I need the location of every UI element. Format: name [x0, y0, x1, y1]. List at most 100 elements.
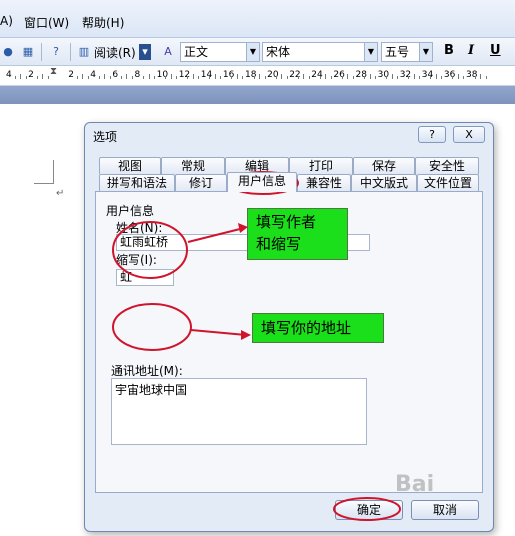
watermark-logo: Bai [395, 472, 435, 497]
ruler-label: 20 [267, 70, 279, 80]
ruler-tick [148, 74, 150, 79]
ruler-tick [441, 76, 443, 79]
ruler-tick [474, 76, 476, 79]
tab-asian-typography[interactable]: 中文版式 [351, 174, 417, 191]
ruler-tick [25, 76, 27, 79]
ruler-label: 30 [377, 70, 390, 80]
ruler-label: 10 [156, 70, 169, 80]
ruler-tick [20, 74, 22, 79]
styles-pane-icon[interactable]: A [160, 44, 176, 60]
ruler-tick [187, 76, 189, 79]
ruler-tick [413, 74, 415, 79]
section-title: 用户信息 [106, 204, 155, 218]
style-select[interactable]: 正文 ▼ [180, 42, 260, 62]
ruler-tick [98, 76, 100, 79]
ruler-tick [364, 76, 366, 79]
tab-file-locations[interactable]: 文件位置 [417, 174, 479, 191]
toolbar-options-icon[interactable]: ▾ [139, 44, 151, 60]
annotation-callout-author: 填写作者 和缩写 [247, 208, 348, 260]
ruler-tick [209, 76, 211, 79]
tab-track-changes[interactable]: 修订 [175, 174, 227, 191]
ruler-tick [397, 76, 399, 79]
ruler-label: 8 [134, 70, 141, 80]
indent-marker-icon[interactable]: ⧗ [50, 66, 57, 77]
ruler-tick [198, 76, 200, 79]
underline-button[interactable]: U [490, 43, 501, 58]
ruler-label: 26 [333, 70, 345, 80]
ruler-label: 2 [68, 70, 74, 80]
ruler-label: 4 [90, 70, 97, 80]
ruler-tick [192, 74, 194, 79]
ruler-tick [170, 74, 172, 79]
menu-item-help[interactable]: 帮助(H) [82, 14, 124, 31]
ruler-tick [104, 74, 106, 79]
tab-print[interactable]: 打印 [289, 157, 353, 174]
chevron-down-icon: ▼ [419, 43, 432, 61]
tab-compatibility[interactable]: 兼容性 [297, 174, 351, 191]
toolbar-separator [41, 43, 42, 61]
ruler-tick [176, 76, 178, 79]
tab-spelling-grammar[interactable]: 拼写和语法 [99, 174, 175, 191]
dialog-help-button[interactable]: ? [418, 126, 446, 143]
ruler-tick [386, 76, 388, 79]
ruler-label: 24 [311, 70, 323, 80]
page-corner-mark [34, 160, 54, 184]
initials-field[interactable]: 虹 [116, 269, 174, 286]
ruler-tick [131, 76, 133, 79]
tab-general[interactable]: 常规 [161, 157, 225, 174]
ok-button[interactable]: 确定 [335, 500, 403, 520]
font-select[interactable]: 宋体 ▼ [262, 42, 378, 62]
ruler-tick [330, 76, 332, 79]
ruler-margin-strip [0, 86, 515, 104]
ruler-label: 36 [443, 70, 456, 80]
read-mode-button[interactable]: 阅读(R) [94, 44, 136, 61]
ruler-tick [408, 76, 410, 79]
ruler-label: 28 [355, 70, 367, 80]
help-icon[interactable]: ? [48, 44, 64, 60]
ruler-tick [275, 76, 277, 79]
read-mode-icon[interactable]: ▥ [76, 44, 92, 60]
font-size-value: 五号 [385, 45, 410, 59]
ruler-tick [82, 74, 84, 79]
tab-security[interactable]: 安全性 [415, 157, 479, 174]
ruler-tick [242, 76, 244, 79]
address-field[interactable]: 宇宙地球中国 [111, 378, 367, 445]
ruler-label: 2 [28, 70, 34, 80]
bold-button[interactable]: B [444, 43, 454, 58]
ruler-tick [220, 76, 222, 79]
research-icon[interactable]: ● [0, 44, 16, 60]
ruler-tick [143, 76, 145, 79]
dialog-close-button[interactable]: X [453, 126, 485, 143]
ruler-label: 34 [421, 70, 434, 80]
ruler-tick [165, 76, 167, 79]
horizontal-ruler[interactable]: 4 2 2 4 6 8 10 12 14 16 18 20 22 24 26 28 30 32 34 36 38 ⧗ [0, 66, 515, 86]
ruler-tick [452, 76, 454, 79]
italic-button[interactable]: I [468, 43, 474, 58]
ruler-tick [47, 76, 49, 79]
ruler-tick [308, 76, 310, 79]
ruler-tick [435, 74, 437, 79]
ruler-tick [42, 74, 44, 79]
tab-user-info[interactable]: 用户信息 [227, 172, 297, 192]
ruler-tick [286, 76, 288, 79]
tab-view[interactable]: 视图 [99, 157, 161, 174]
ruler-label: 22 [289, 70, 301, 80]
cancel-button[interactable]: 取消 [411, 500, 479, 520]
style-select-value: 正文 [184, 45, 209, 59]
ruler-label: 18 [245, 70, 257, 80]
ruler-tick [457, 74, 459, 79]
table-icon[interactable]: ▦ [20, 44, 36, 60]
ruler-tick [419, 76, 421, 79]
tab-save[interactable]: 保存 [353, 157, 415, 174]
ruler-tick [369, 74, 371, 79]
ruler-tick [352, 76, 354, 79]
menu-item-partial[interactable]: A) [0, 14, 13, 28]
ruler-tick [259, 74, 261, 79]
ruler-tick [297, 76, 299, 79]
font-size-select[interactable]: 五号 ▼ [381, 42, 433, 62]
menu-item-window[interactable]: 窗口(W) [24, 14, 69, 31]
formatting-toolbar: ● ▦ ? ▥ 阅读(R) ▾ A 正文 ▼ 宋体 ▼ 五号 ▼ B I U [0, 38, 515, 66]
ruler-tick [214, 74, 216, 79]
ruler-tick [154, 76, 156, 79]
toolbar-separator [70, 43, 71, 61]
